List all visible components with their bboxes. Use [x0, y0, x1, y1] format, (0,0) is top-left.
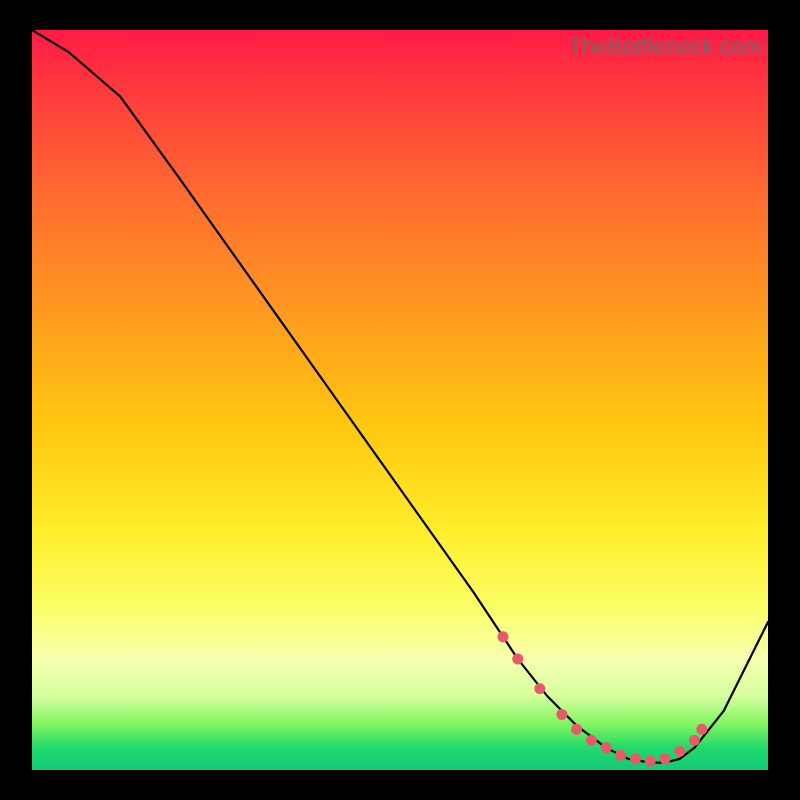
marker-dot — [630, 753, 641, 764]
chart-plot-area: TheBottleneck.com — [32, 30, 768, 770]
marker-dot — [534, 683, 545, 694]
marker-dot — [586, 735, 597, 746]
chart-svg — [32, 30, 768, 770]
bottleneck-curve — [32, 30, 768, 763]
marker-dot — [696, 724, 707, 735]
marker-dot — [660, 753, 671, 764]
marker-dot — [689, 735, 700, 746]
marker-dot — [615, 750, 626, 761]
marker-dot — [645, 756, 656, 767]
marker-dot — [674, 746, 685, 757]
marker-dot — [601, 742, 612, 753]
marker-dot — [571, 724, 582, 735]
marker-dot — [556, 709, 567, 720]
marker-dot — [498, 631, 509, 642]
marker-dot — [512, 654, 523, 665]
marker-dots — [498, 631, 708, 766]
